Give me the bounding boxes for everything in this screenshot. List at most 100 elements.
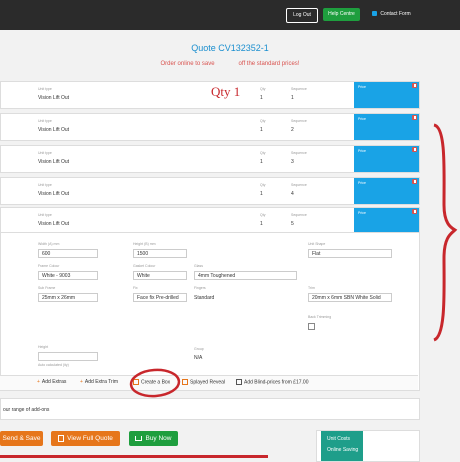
sequence-value: 1 bbox=[291, 95, 294, 101]
fingers-value: Standard bbox=[194, 295, 215, 301]
qty-annotation: Qty 1 bbox=[211, 84, 241, 99]
delete-icon[interactable] bbox=[412, 83, 417, 88]
sequence-label: Sequence bbox=[291, 119, 307, 123]
view-full-quote-button[interactable]: View Full Quote bbox=[51, 431, 120, 446]
qty-label: Qty bbox=[260, 87, 266, 91]
add-extra-trim-button[interactable]: + Add Extra Trim bbox=[80, 379, 118, 385]
buy-now-button[interactable]: Buy Now bbox=[129, 431, 178, 446]
qty-value: 1 bbox=[260, 159, 263, 165]
page-title: Quote CV132352-1 bbox=[0, 43, 460, 53]
top-bar: Log Out Help Centre Contact Form bbox=[0, 0, 460, 30]
trim-label: Trim bbox=[308, 286, 315, 290]
qty-label: Qty bbox=[260, 183, 266, 187]
unit-row[interactable]: Unit type Vision Lift Out Qty 1 Sequence… bbox=[0, 207, 420, 235]
qty-value: 1 bbox=[260, 191, 263, 197]
price-label: Price bbox=[358, 181, 366, 185]
height-input[interactable]: 1500 bbox=[133, 249, 187, 258]
unit-row[interactable]: Unit type Vision Lift Out Qty 1 Sequence… bbox=[0, 177, 420, 205]
price-label: Price bbox=[358, 85, 366, 89]
price-label: Price bbox=[358, 211, 366, 215]
delete-icon[interactable] bbox=[412, 209, 417, 214]
width-input[interactable]: 600 bbox=[38, 249, 98, 258]
buy-now-label: Buy Now bbox=[145, 435, 172, 442]
unit-type-label: Unit type bbox=[38, 151, 52, 155]
price-label: Price bbox=[358, 117, 366, 121]
unit-row[interactable]: Unit type Vision Lift Out Qty 1 Sequence… bbox=[0, 81, 420, 109]
sequence-label: Sequence bbox=[291, 87, 307, 91]
cart-icon bbox=[135, 435, 143, 441]
unit-type-value: Vision Lift Out bbox=[38, 95, 70, 101]
qty-value: 1 bbox=[260, 95, 263, 101]
edit-icon bbox=[133, 379, 139, 385]
group-label: Group bbox=[194, 347, 204, 351]
add-blind-button[interactable]: Add Blind-prices from £17.00 bbox=[236, 379, 308, 385]
qty-label: Qty bbox=[260, 119, 266, 123]
gasket-colour-select[interactable]: White bbox=[133, 271, 187, 280]
contact-form-label: Contact Form bbox=[380, 11, 411, 17]
height-b-input[interactable] bbox=[38, 352, 98, 361]
add-extras-label: Add Extras bbox=[41, 379, 67, 385]
plus-icon: + bbox=[80, 379, 83, 385]
plus-icon: + bbox=[37, 379, 40, 385]
sub-frame-select[interactable]: 25mm x 26mm bbox=[38, 293, 98, 302]
sequence-value: 2 bbox=[291, 127, 294, 133]
trim-select[interactable]: 20mm x 6mm SBN White Solid bbox=[308, 293, 392, 302]
unit-row[interactable]: Unit type Vision Lift Out Qty 1 Sequence… bbox=[0, 113, 420, 141]
unit-type-value: Vision Lift Out bbox=[38, 127, 70, 133]
frame-colour-select[interactable]: White - 9003 bbox=[38, 271, 98, 280]
unit-shape-label: Unit Shape bbox=[308, 242, 326, 246]
width-label: Width (A) mm bbox=[38, 242, 60, 246]
glass-select[interactable]: 4mm Toughened bbox=[194, 271, 297, 280]
qty-label: Qty bbox=[260, 151, 266, 155]
cost-summary-panel: Unit Costs Online Saving bbox=[316, 430, 420, 462]
delete-icon[interactable] bbox=[412, 147, 417, 152]
promo-right: off the standard prices! bbox=[238, 61, 300, 67]
qty-value: 1 bbox=[260, 127, 263, 133]
splayed-reveal-button[interactable]: Splayed Reveal bbox=[182, 379, 225, 385]
underline-annotation bbox=[0, 455, 268, 458]
view-full-quote-label: View Full Quote bbox=[67, 435, 113, 442]
unit-row[interactable]: Unit type Vision Lift Out Qty 1 Sequence… bbox=[0, 145, 420, 173]
unit-details-panel: Width (A) mm 600 Height (B) mm 1500 Unit… bbox=[0, 232, 420, 391]
promo-banner: Order online to save off the standard pri… bbox=[0, 61, 460, 67]
sequence-label: Sequence bbox=[291, 183, 307, 187]
fix-label: Fix bbox=[133, 286, 138, 290]
log-out-button[interactable]: Log Out bbox=[286, 8, 318, 23]
sub-frame-label: Sub Frame bbox=[38, 286, 56, 290]
back-trimming-checkbox[interactable] bbox=[308, 323, 315, 330]
fix-select[interactable]: Face fix Pre-drilled bbox=[133, 293, 187, 302]
document-icon bbox=[58, 434, 65, 442]
delete-icon[interactable] bbox=[412, 179, 417, 184]
quote-number: CV132352-1 bbox=[218, 43, 269, 53]
contact-form-link[interactable]: Contact Form bbox=[369, 8, 414, 21]
cost-summary-header: Unit Costs Online Saving bbox=[321, 431, 363, 461]
send-save-button[interactable]: Send & Save bbox=[0, 431, 43, 446]
price-panel: Price bbox=[354, 208, 419, 234]
splayed-reveal-label: Splayed Reveal bbox=[190, 379, 226, 386]
fingers-label: Fingers bbox=[194, 286, 206, 290]
sequence-label: Sequence bbox=[291, 213, 307, 217]
unit-shape-select[interactable]: Flat bbox=[308, 249, 392, 258]
promo-left: Order online to save bbox=[160, 61, 215, 67]
add-extra-trim-label: Add Extra Trim bbox=[84, 379, 118, 385]
unit-type-label: Unit type bbox=[38, 183, 52, 187]
group-value: N/A bbox=[194, 355, 203, 361]
height-label: Height (B) mm bbox=[133, 242, 156, 246]
sequence-value: 4 bbox=[291, 191, 294, 197]
help-centre-button[interactable]: Help Centre bbox=[323, 8, 360, 21]
add-extras-button[interactable]: + Add Extras bbox=[37, 379, 66, 385]
create-a-box-button[interactable]: Create a Box bbox=[133, 379, 170, 385]
qty-value: 1 bbox=[260, 221, 263, 227]
price-panel: Price bbox=[354, 114, 419, 140]
unit-type-value: Vision Lift Out bbox=[38, 159, 70, 165]
add-ons-panel: our range of add-ons bbox=[0, 398, 420, 420]
qty-label: Qty bbox=[260, 213, 266, 217]
frame-colour-label: Frame Colour bbox=[38, 264, 60, 268]
auto-calculated-note: Auto calculated (ity) bbox=[38, 363, 69, 367]
unit-costs-label: Unit Costs bbox=[327, 436, 351, 442]
unit-type-label: Unit type bbox=[38, 87, 52, 91]
sequence-value: 5 bbox=[291, 221, 294, 227]
price-panel: Price bbox=[354, 82, 419, 108]
delete-icon[interactable] bbox=[412, 115, 417, 120]
blind-icon bbox=[236, 379, 242, 385]
